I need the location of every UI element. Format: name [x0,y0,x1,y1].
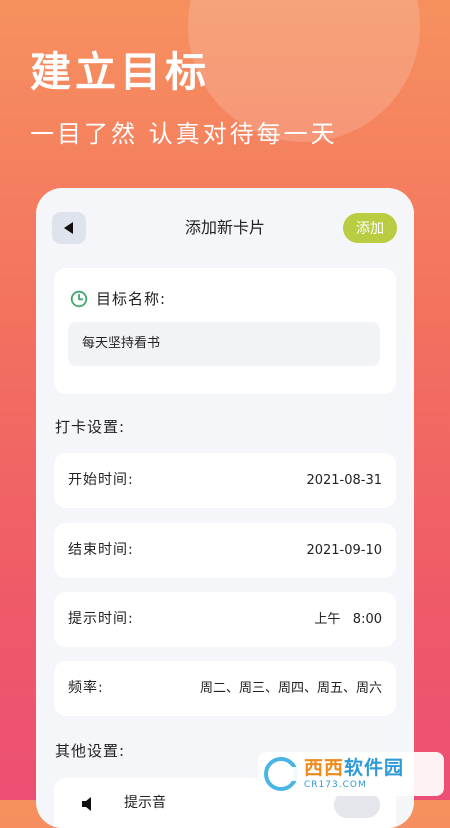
goal-label: 目标名称: [96,290,167,308]
other-section-title: 其他设置: [55,742,126,760]
add-button[interactable]: 添加 [343,213,397,243]
start-time-label: 开始时间: [68,472,134,488]
end-time-label: 结束时间: [68,542,134,558]
watermark-text: 西西软件园 CR173.COM [304,756,405,790]
remind-time-value: 上午 8:00 [314,612,382,627]
frequency-label: 频率: [68,680,104,696]
remind-time-label: 提示时间: [68,611,134,627]
hero-subtitle: 一目了然 认真对待每一天 [30,120,338,148]
watermark-url: CR173.COM [304,779,367,790]
end-time-value: 2021-09-10 [306,543,382,558]
end-time-row[interactable]: 结束时间: 2021-09-10 [54,523,396,578]
speaker-icon [82,797,91,811]
start-time-value: 2021-08-31 [306,473,382,488]
watermark-name-part1: 西西 [304,756,345,779]
checkin-section-title: 打卡设置: [55,418,126,436]
reminder-label: 提示音 [124,795,166,811]
watermark-name-part2: 软件园 [344,756,405,779]
frequency-row[interactable]: 频率: 周二、周三、周四、周五、周六 [54,661,396,716]
watermark-badge: 西西软件园 CR173.COM [258,752,444,796]
clock-icon [70,290,88,307]
remind-time-row[interactable]: 提示时间: 上午 8:00 [54,592,396,647]
frequency-value: 周二、周三、周四、周五、周六 [199,681,382,696]
top-bar: 添加新卡片 添加 [36,188,414,268]
watermark-logo-icon [264,757,300,791]
start-time-row[interactable]: 开始时间: 2021-08-31 [54,453,396,508]
goal-card: 目标名称: 每天坚持看书 [54,268,396,394]
goal-label-row: 目标名称: [70,288,166,309]
hero-title: 建立目标 [30,48,210,96]
phone-screen: 添加新卡片 添加 目标名称: 每天坚持看书 打卡设置: 开始时间: 2021-0… [36,188,414,828]
watermark-name: 西西软件园 [304,756,405,779]
goal-name-input[interactable]: 每天坚持看书 [68,322,380,366]
